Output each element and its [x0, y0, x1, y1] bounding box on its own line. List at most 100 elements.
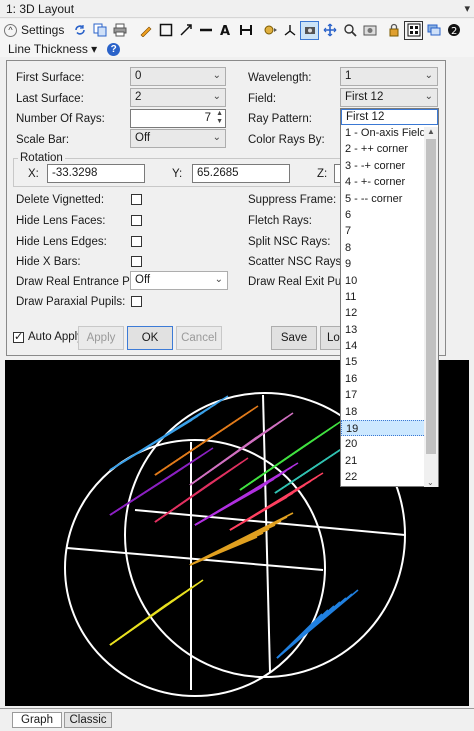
ok-button[interactable]: OK: [127, 326, 173, 350]
title-bar: 1: 3D Layout ▾: [0, 0, 474, 18]
color-rays-by-label: Color Rays By:: [248, 134, 325, 146]
pencil-icon[interactable]: [136, 21, 155, 40]
hide-x-bars-label: Hide X Bars:: [16, 256, 81, 268]
ray-line: [154, 405, 259, 476]
draw-real-entrance-pupil-value: Off: [135, 274, 151, 286]
line-thickness-menu[interactable]: Line Thickness ▾: [8, 42, 97, 56]
wavelength-label: Wavelength:: [248, 72, 312, 84]
rotation-x-label: X:: [28, 168, 39, 180]
scale-bar-value: Off: [135, 132, 151, 144]
rotation-x-input[interactable]: -33.3298: [47, 164, 145, 183]
delete-vignetted-checkbox[interactable]: [131, 194, 142, 205]
scale-bar-select[interactable]: Off ⌄: [130, 129, 226, 148]
svg-text:A: A: [220, 24, 230, 37]
dimension-icon[interactable]: [236, 21, 255, 40]
scrollbar-thumb[interactable]: [426, 139, 436, 454]
rotate-icon[interactable]: [260, 21, 279, 40]
rotation-label: Rotation: [18, 152, 65, 164]
axes-icon[interactable]: [280, 21, 299, 40]
snapshot-icon[interactable]: [360, 21, 379, 40]
ray-line: [189, 412, 294, 486]
number-of-rays-stepper[interactable]: 7 ▲ ▼: [130, 109, 226, 128]
rotation-y-value: 65.2685: [197, 167, 239, 179]
last-surface-value: 2: [135, 91, 142, 103]
layout-grid-icon[interactable]: [404, 20, 424, 40]
chevron-down-icon: ⌄: [212, 91, 221, 102]
tab-classic[interactable]: Classic: [64, 712, 112, 728]
draw-paraxial-pupils-checkbox[interactable]: [131, 296, 142, 307]
svg-text:2: 2: [451, 26, 457, 37]
chevron-down-icon: ⌄: [424, 91, 433, 102]
line-icon[interactable]: [196, 21, 215, 40]
arrow-icon[interactable]: [176, 21, 195, 40]
pan-icon[interactable]: [320, 21, 339, 40]
first-surface-value: 0: [135, 70, 142, 82]
load-button[interactable]: Lo: [320, 326, 342, 350]
scatter-nsc-rays-label: Scatter NSC Rays:: [248, 256, 345, 268]
last-surface-select[interactable]: 2 ⌄: [130, 88, 226, 107]
wavelength-value: 1: [345, 70, 352, 82]
first-surface-label: First Surface:: [16, 72, 85, 84]
x-bar-vertical-back: [262, 394, 271, 673]
auto-apply-label: Auto Apply: [28, 331, 83, 343]
windows-icon[interactable]: [424, 21, 443, 40]
rectangle-icon[interactable]: [156, 21, 175, 40]
ray-line: [109, 395, 229, 471]
settings-button[interactable]: ^ Settings: [4, 23, 64, 37]
toolbar-secondary: Line Thickness ▾ ?: [0, 41, 474, 57]
scroll-down-icon[interactable]: ⌄: [427, 478, 434, 487]
text-icon[interactable]: A: [216, 21, 235, 40]
field-dropdown-selected[interactable]: First 12: [341, 109, 438, 125]
collapse-icon: ^: [4, 23, 17, 37]
ray-pattern-label: Ray Pattern:: [248, 113, 312, 125]
camera-icon[interactable]: [300, 20, 320, 40]
chevron-down-icon: ⌄: [212, 132, 221, 143]
window-menu-icon[interactable]: ▾: [464, 2, 470, 15]
refresh-icon[interactable]: [70, 21, 89, 40]
chevron-down-icon: ⌄: [424, 70, 433, 81]
number-badge-icon[interactable]: 2: [444, 21, 463, 40]
split-nsc-rays-label: Split NSC Rays:: [248, 236, 331, 248]
ray-line: [194, 462, 299, 526]
field-value: First 12: [345, 91, 384, 103]
hide-lens-faces-checkbox[interactable]: [131, 215, 142, 226]
first-surface-select[interactable]: 0 ⌄: [130, 67, 226, 86]
x-bar-horizontal-front: [66, 547, 324, 571]
copy-icon[interactable]: [90, 21, 109, 40]
apply-button[interactable]: Apply: [78, 326, 124, 350]
save-button[interactable]: Save: [271, 326, 317, 350]
zoom-icon[interactable]: [340, 21, 359, 40]
rotation-y-input[interactable]: 65.2685: [192, 164, 290, 183]
scale-bar-label: Scale Bar:: [16, 134, 70, 146]
rotation-y-label: Y:: [172, 168, 183, 180]
last-surface-label: Last Surface:: [16, 93, 84, 105]
suppress-frame-label: Suppress Frame:: [248, 194, 337, 206]
draw-real-entrance-pupil-select[interactable]: Off ⌄: [130, 271, 228, 290]
chevron-down-icon: ⌄: [212, 70, 221, 81]
tab-graph[interactable]: Graph: [12, 712, 62, 728]
auto-apply-checkbox[interactable]: [13, 330, 24, 343]
cancel-button[interactable]: Cancel: [176, 326, 222, 350]
lock-icon[interactable]: [384, 21, 403, 40]
help-icon[interactable]: ?: [107, 42, 121, 56]
hide-lens-edges-label: Hide Lens Edges:: [16, 236, 107, 248]
hide-lens-edges-checkbox[interactable]: [131, 236, 142, 247]
ray-line: [154, 457, 249, 523]
ray-line: [109, 447, 214, 516]
number-of-rays-value: 7: [204, 112, 211, 124]
hide-x-bars-checkbox[interactable]: [131, 256, 142, 267]
view-tabs: Graph Classic: [0, 708, 474, 731]
field-label: Field:: [248, 93, 277, 105]
stepper-arrows-icon[interactable]: ▲ ▼: [216, 110, 223, 126]
rotation-z-label: Z:: [317, 168, 328, 180]
settings-label: Settings: [21, 23, 65, 37]
dropdown-scrollbar[interactable]: ▲ ⌄: [424, 127, 438, 487]
number-of-rays-label: Number Of Rays:: [16, 113, 105, 125]
field-dropdown-list[interactable]: First 12 1 - On-axis Field 2 - ++ corner 3…: [340, 108, 439, 487]
window-title: 1: 3D Layout: [6, 1, 75, 16]
print-icon[interactable]: [110, 21, 129, 40]
scroll-up-icon[interactable]: ▲: [427, 127, 435, 136]
field-select[interactable]: First 12 ⌄: [340, 88, 438, 107]
delete-vignetted-label: Delete Vignetted:: [16, 194, 105, 206]
wavelength-select[interactable]: 1 ⌄: [340, 67, 438, 86]
